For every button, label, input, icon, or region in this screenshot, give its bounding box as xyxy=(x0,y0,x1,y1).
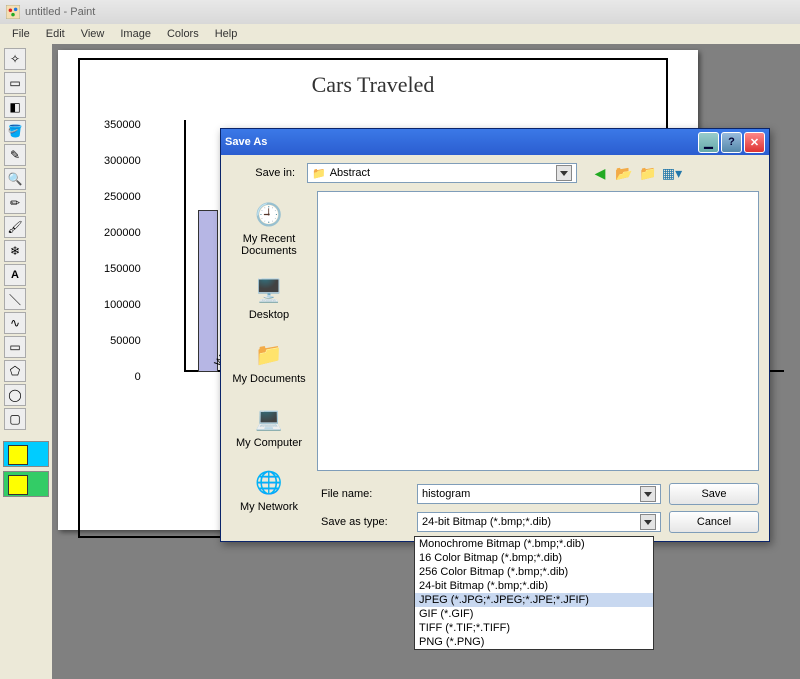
window-title: untitled - Paint xyxy=(25,6,95,18)
filename-input[interactable]: histogram xyxy=(417,484,661,504)
help-icon[interactable]: ? xyxy=(721,132,742,153)
save-as-dialog: Save As ▁ ? ✕ Save in: 📁 Abstract ◀ 📂 📁 … xyxy=(220,128,770,542)
rect-tool[interactable]: ▭ xyxy=(4,336,26,358)
place-mynet[interactable]: 🌐 My Network xyxy=(221,467,317,513)
places-bar: 🕘 My Recent Documents 🖥️ Desktop 📁 My Do… xyxy=(221,187,317,541)
text-tool[interactable]: A xyxy=(4,264,26,286)
new-folder-icon[interactable]: 📁 xyxy=(639,164,657,182)
type-option[interactable]: Monochrome Bitmap (*.bmp;*.dib) xyxy=(415,537,653,551)
chevron-down-icon[interactable] xyxy=(556,165,572,181)
type-option[interactable]: JPEG (*.JPG;*.JPEG;*.JPE;*.JFIF) xyxy=(415,593,653,607)
place-mydocs[interactable]: 📁 My Documents xyxy=(221,339,317,385)
recent-icon: 🕘 xyxy=(253,199,285,231)
type-label: Save as type: xyxy=(317,516,409,528)
brush-tool[interactable]: 🖌 xyxy=(4,216,26,238)
spray-tool[interactable]: ❄ xyxy=(4,240,26,262)
type-dropdown[interactable]: 24-bit Bitmap (*.bmp;*.dib) xyxy=(417,512,661,532)
zoom-tool[interactable]: 🔍 xyxy=(4,168,26,190)
save-in-dropdown[interactable]: 📁 Abstract xyxy=(307,163,577,183)
poly-tool[interactable]: ⬠ xyxy=(4,360,26,382)
menu-edit[interactable]: Edit xyxy=(38,26,73,42)
window-titlebar: untitled - Paint xyxy=(0,0,800,24)
folder-icon: 📁 xyxy=(312,167,326,180)
file-list[interactable] xyxy=(317,191,759,471)
type-option[interactable]: PNG (*.PNG) xyxy=(415,635,653,649)
place-recent[interactable]: 🕘 My Recent Documents xyxy=(221,199,317,257)
curve-tool[interactable]: ∿ xyxy=(4,312,26,334)
free-select-tool[interactable]: ✧ xyxy=(4,48,26,70)
menu-file[interactable]: File xyxy=(4,26,38,42)
rect-select-tool[interactable]: ▭ xyxy=(4,72,26,94)
type-option[interactable]: 256 Color Bitmap (*.bmp;*.dib) xyxy=(415,565,653,579)
toolbox: ✧ ▭ ◧ 🪣 ✎ 🔍 ✏ 🖌 ❄ A ＼ ∿ ▭ ⬠ ◯ ▢ xyxy=(0,44,52,679)
menubar: File Edit View Image Colors Help xyxy=(0,24,800,44)
chart-bar-0 xyxy=(198,210,218,372)
menu-colors[interactable]: Colors xyxy=(159,26,207,42)
dialog-titlebar[interactable]: Save As ▁ ? ✕ xyxy=(221,129,769,155)
type-option[interactable]: TIFF (*.TIF;*.TIFF) xyxy=(415,621,653,635)
paint-app-icon xyxy=(6,5,20,19)
type-option[interactable]: GIF (*.GIF) xyxy=(415,607,653,621)
line-tool[interactable]: ＼ xyxy=(4,288,26,310)
color-selector[interactable] xyxy=(3,441,49,467)
type-dropdown-list: Monochrome Bitmap (*.bmp;*.dib) 16 Color… xyxy=(414,536,654,650)
minimize-icon[interactable]: ▁ xyxy=(698,132,719,153)
place-desktop[interactable]: 🖥️ Desktop xyxy=(221,275,317,321)
type-option[interactable]: 16 Color Bitmap (*.bmp;*.dib) xyxy=(415,551,653,565)
color-selector-2[interactable] xyxy=(3,471,49,497)
chevron-down-icon[interactable] xyxy=(640,514,656,530)
menu-help[interactable]: Help xyxy=(207,26,246,42)
menu-image[interactable]: Image xyxy=(112,26,159,42)
close-icon[interactable]: ✕ xyxy=(744,132,765,153)
type-option[interactable]: 24-bit Bitmap (*.bmp;*.dib) xyxy=(415,579,653,593)
folder-icon: 📁 xyxy=(253,339,285,371)
network-icon: 🌐 xyxy=(253,467,285,499)
roundrect-tool[interactable]: ▢ xyxy=(4,408,26,430)
menu-view[interactable]: View xyxy=(73,26,113,42)
place-mycomp[interactable]: 💻 My Computer xyxy=(221,403,317,449)
dialog-toolbar: Save in: 📁 Abstract ◀ 📂 📁 ▦▾ xyxy=(221,155,769,187)
save-button[interactable]: Save xyxy=(669,483,759,505)
computer-icon: 💻 xyxy=(253,403,285,435)
cancel-button[interactable]: Cancel xyxy=(669,511,759,533)
up-icon[interactable]: 📂 xyxy=(615,164,633,182)
dialog-title: Save As xyxy=(225,136,267,148)
chart-y-axis: 350000 300000 250000 200000 150000 10000… xyxy=(104,120,141,408)
desktop-icon: 🖥️ xyxy=(253,275,285,307)
chevron-down-icon[interactable] xyxy=(640,486,656,502)
save-in-label: Save in: xyxy=(231,167,301,179)
pencil-tool[interactable]: ✏ xyxy=(4,192,26,214)
back-icon[interactable]: ◀ xyxy=(591,164,609,182)
views-icon[interactable]: ▦▾ xyxy=(663,164,681,182)
ellipse-tool[interactable]: ◯ xyxy=(4,384,26,406)
filename-label: File name: xyxy=(317,488,409,500)
chart-title: Cars Traveled xyxy=(80,72,666,98)
fill-tool[interactable]: 🪣 xyxy=(4,120,26,142)
picker-tool[interactable]: ✎ xyxy=(4,144,26,166)
eraser-tool[interactable]: ◧ xyxy=(4,96,26,118)
